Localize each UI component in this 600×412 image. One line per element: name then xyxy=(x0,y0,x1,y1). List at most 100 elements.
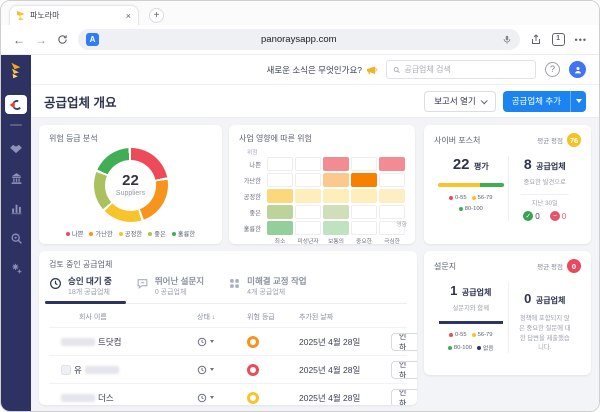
tab-sublabel: 4개 공급업체 xyxy=(247,287,306,297)
user-avatar[interactable] xyxy=(569,61,586,78)
heatmap-cell[interactable] xyxy=(379,173,405,187)
sidebar-item-supplier-overview[interactable] xyxy=(5,95,27,114)
legend-label: 가난한 xyxy=(95,229,112,238)
heatmap-cell[interactable] xyxy=(267,221,293,235)
open-report-button[interactable]: 보고서 열기 xyxy=(424,91,495,112)
heatmap-row-label: 공정한 xyxy=(239,192,265,201)
sidebar-item-findings-icon[interactable] xyxy=(10,232,23,245)
approve-button[interactable]: 승인하다 xyxy=(391,389,417,405)
company-name: 트닷컴 xyxy=(98,336,121,348)
heatmap-cell[interactable] xyxy=(295,173,321,187)
sidebar-item-analytics-icon[interactable] xyxy=(10,202,23,215)
heatmap-cell[interactable] xyxy=(351,205,377,219)
risk-rating-cell xyxy=(247,364,299,376)
sidebar-item-settings-icon[interactable] xyxy=(10,262,23,275)
caret-down-icon xyxy=(576,99,582,103)
browser-tab[interactable]: 파노라마 × xyxy=(9,5,139,25)
heatmap-cell[interactable] xyxy=(323,189,349,203)
legend-label: 나쁜 xyxy=(72,229,84,238)
card-title: 사업 영향에 따른 위험 xyxy=(239,133,405,144)
forward-icon[interactable]: → xyxy=(35,34,47,46)
heatmap-cell[interactable] xyxy=(295,189,321,203)
table-row[interactable]: 더스2025년 4월 28일승인하다 xyxy=(49,383,407,405)
mic-icon[interactable] xyxy=(502,34,512,45)
search-input[interactable] xyxy=(404,65,529,74)
heatmap-cell[interactable] xyxy=(351,173,377,187)
supplier-count: 22 xyxy=(122,173,139,188)
ratings-count: 22 xyxy=(453,156,470,173)
risk-badge xyxy=(247,336,259,348)
company-name-cell: 유 xyxy=(49,364,197,376)
whats-new-text: 새로운 소식은 무엇인가요? xyxy=(267,64,362,76)
heatmap-cell[interactable] xyxy=(323,221,349,235)
sidebar-item-company-icon[interactable] xyxy=(10,172,23,185)
heatmap-cell[interactable] xyxy=(323,157,349,171)
legend-label: 56-79 xyxy=(478,195,493,201)
heatmap-cell[interactable] xyxy=(295,221,321,235)
action-cell: 승인하다 xyxy=(391,389,417,405)
help-icon[interactable]: ? xyxy=(545,62,560,77)
back-icon[interactable]: ← xyxy=(13,34,25,46)
legend-label: 0-55 xyxy=(455,332,467,338)
heatmap-cell[interactable] xyxy=(267,205,293,219)
risk-donut-chart[interactable]: 22 Suppliers xyxy=(94,148,168,222)
status-dropdown[interactable] xyxy=(197,365,247,375)
share-icon[interactable] xyxy=(530,33,542,46)
approve-button[interactable]: 승인하다 xyxy=(391,361,417,379)
legend-item: 없음 xyxy=(477,343,494,352)
table-row[interactable]: 트닷컴2025년 4월 28일승인하다 xyxy=(49,327,407,355)
approve-button[interactable]: 승인하다 xyxy=(391,333,417,351)
legend-label: 좋은 xyxy=(154,229,166,238)
heatmap-cell[interactable] xyxy=(267,173,293,187)
tab-count-button[interactable]: 1 xyxy=(552,33,565,46)
tab-outstanding-questionnaires[interactable]: 뛰어난 설문지0 공급업체 xyxy=(136,276,204,303)
heatmap-cell[interactable] xyxy=(351,189,377,203)
heatmap-cell[interactable] xyxy=(379,205,405,219)
whats-new-link[interactable]: 새로운 소식은 무엇인가요? xyxy=(267,64,377,76)
status-sort-header[interactable]: 상태 xyxy=(197,312,247,322)
tab-label: 승인 대기 중 xyxy=(68,276,112,286)
address-bar[interactable]: A panoraysapp.com xyxy=(78,29,520,50)
questionnaire-legend: 0-5556-7980-100없음 xyxy=(434,332,508,352)
approve-label: 승인하다 xyxy=(392,361,417,379)
new-tab-button[interactable]: + xyxy=(149,8,164,23)
page-header: 공급업체 개요 보고서 열기 공급업체 추가 xyxy=(31,85,599,118)
supplier-search[interactable] xyxy=(386,60,536,79)
avg-rating-badge: 0 xyxy=(567,259,581,273)
heatmap-cell[interactable] xyxy=(295,157,321,171)
tab-pending-approval[interactable]: 승인 대기 중18개 공급업체 xyxy=(49,276,112,303)
tab-unresolved-remediation[interactable]: 미해결 교정 작업4개 공급업체 xyxy=(228,276,306,303)
heatmap-cell[interactable] xyxy=(379,157,405,171)
company-avatar xyxy=(61,365,71,375)
heatmap-cell[interactable] xyxy=(379,189,405,203)
check-circle-icon: ✓ xyxy=(523,211,533,221)
divider xyxy=(521,194,570,195)
add-supplier-caret[interactable] xyxy=(570,91,586,112)
heatmap-cell[interactable] xyxy=(351,221,377,235)
reload-icon[interactable] xyxy=(57,34,68,45)
heatmap-cell[interactable] xyxy=(323,205,349,219)
avg-rating-badge: 76 xyxy=(567,133,581,147)
risk-rating-cell xyxy=(247,392,299,404)
heatmap-cell[interactable] xyxy=(351,157,377,171)
heatmap-cell[interactable] xyxy=(267,189,293,203)
close-tab-icon[interactable]: × xyxy=(126,11,131,21)
donut-legend: 나쁜가난한공정한좋은훌륭한 xyxy=(39,229,222,238)
sidebar-item-vendors-icon[interactable] xyxy=(9,143,23,155)
heatmap-cell[interactable] xyxy=(267,157,293,171)
impact-heatmap[interactable]: 나쁜가난한공정한좋은훌륭한최소미성년자보통의중요한극심한 xyxy=(239,157,405,246)
heatmap-cell[interactable] xyxy=(295,205,321,219)
status-dropdown[interactable] xyxy=(197,337,247,347)
legend-dot xyxy=(119,232,123,236)
legend-dot xyxy=(472,333,476,337)
sidebar xyxy=(1,55,31,412)
legend-label: 공정한 xyxy=(125,229,142,238)
table-row[interactable]: 유2025년 4월 28일승인하다 xyxy=(49,355,407,383)
status-dropdown[interactable] xyxy=(197,393,247,403)
tab-label: 뛰어난 설문지 xyxy=(155,276,204,286)
heatmap-x-label: 영향 xyxy=(396,219,407,228)
add-supplier-button[interactable]: 공급업체 추가 xyxy=(503,91,586,112)
browser-menu-icon[interactable]: ••• xyxy=(575,35,587,45)
heatmap-cell[interactable] xyxy=(323,173,349,187)
table-header: 회사 이름 상태 위험 등급 추가된 날짜 xyxy=(49,304,407,327)
